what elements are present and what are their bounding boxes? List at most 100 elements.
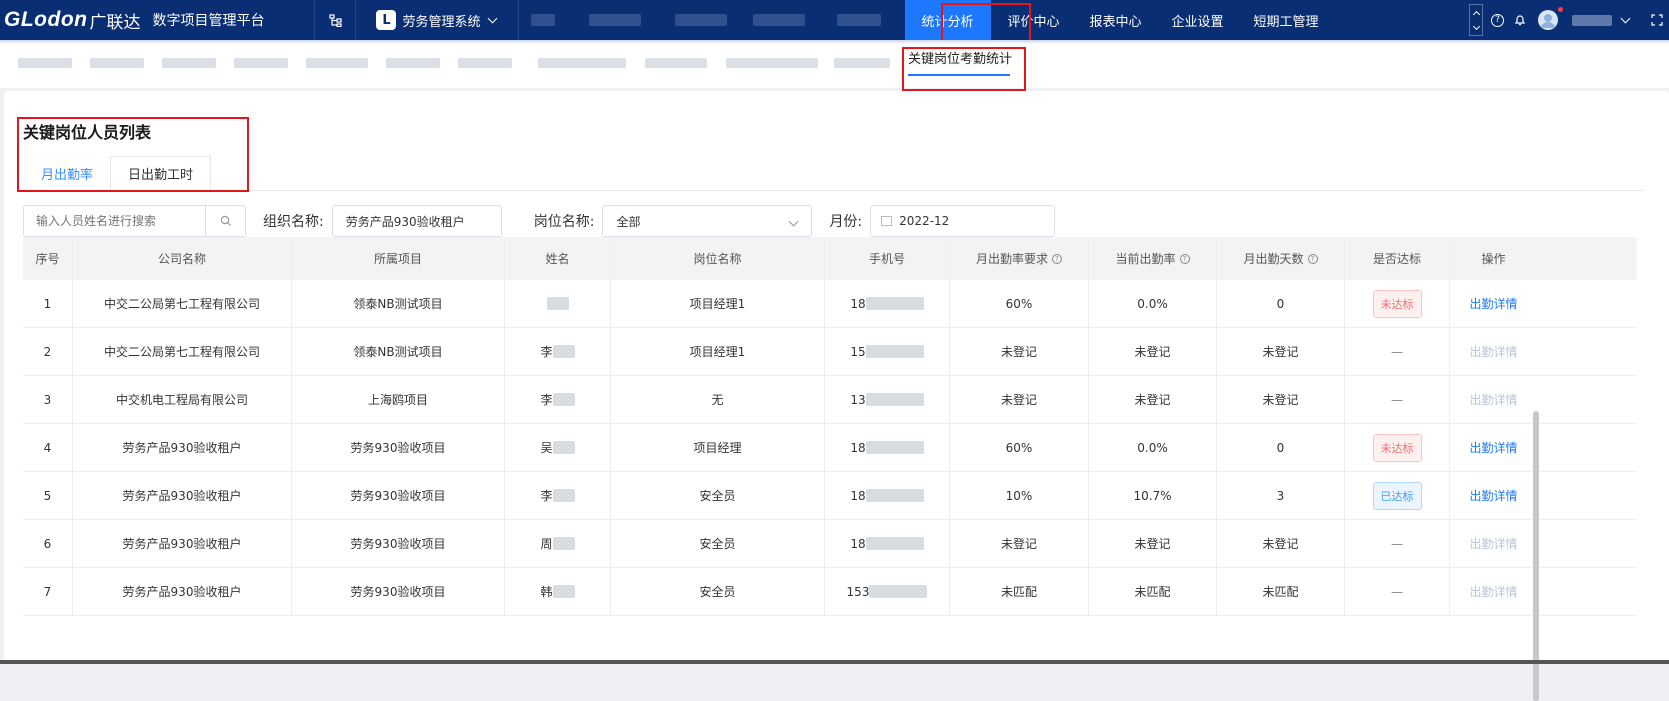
name-redacted <box>546 297 569 310</box>
cell-days: 未匹配 <box>1217 568 1345 615</box>
month-label: 月份: <box>829 214 863 230</box>
chevron-down-icon <box>788 216 799 227</box>
required-rate: 未登记 <box>1000 537 1037 551</box>
tree-icon[interactable] <box>315 0 355 40</box>
row-number: 5 <box>43 488 52 503</box>
help-icon[interactable]: ? <box>1052 253 1062 264</box>
attendance-days: 未登记 <box>1262 393 1299 407</box>
attendance-detail-link[interactable]: 出勤详情 <box>1469 487 1517 504</box>
subtab-redacted[interactable] <box>162 58 216 68</box>
help-icon[interactable]: ? <box>1179 253 1190 264</box>
month-picker[interactable]: 2022-12 <box>870 205 1056 237</box>
name-redacted <box>552 537 575 550</box>
person-name: 李 <box>540 393 553 407</box>
notification-dot <box>1558 7 1563 12</box>
subtab-key-post-attendance[interactable]: 关键岗位考勤统计 <box>908 48 1012 67</box>
chevron-down-icon <box>487 13 497 23</box>
username-redacted[interactable] <box>1572 14 1612 26</box>
col-required-rate-label: 月出勤率要求 <box>975 252 1048 266</box>
nav-scroll-arrows[interactable] <box>1469 4 1483 36</box>
chevron-down-icon[interactable] <box>1472 22 1480 30</box>
question-icon[interactable]: ? <box>1491 13 1504 27</box>
nav-item-redacted[interactable] <box>836 14 881 26</box>
project-name: 领泰NB测试项目 <box>353 345 443 359</box>
cell-name: 周 <box>505 520 611 567</box>
subtab-redacted[interactable] <box>726 58 818 68</box>
cell-post: 项目经理 <box>611 424 825 471</box>
phone-number: 15 <box>850 344 866 359</box>
cell-company: 中交机电工程局有限公司 <box>73 376 292 423</box>
name-redacted <box>552 441 575 454</box>
avatar[interactable] <box>1538 7 1563 30</box>
required-rate: 未登记 <box>1000 393 1037 407</box>
subtab-active-underline <box>908 74 1010 76</box>
project-name: 领泰NB测试项目 <box>353 297 443 311</box>
subtab-redacted[interactable] <box>458 58 512 68</box>
cell-status: 未达标 <box>1345 424 1450 471</box>
subtab-redacted[interactable] <box>306 58 368 68</box>
subtab-redacted[interactable] <box>386 58 440 68</box>
tab-monthly-attendance[interactable]: 月出勤率 <box>24 156 111 190</box>
main-nav: 统计分析 评价中心 报表中心 企业设置 短期工管理 <box>904 0 1333 40</box>
phone-number: 18 <box>850 296 866 311</box>
nav-item-redacted[interactable] <box>674 14 727 26</box>
row-number: 7 <box>43 584 52 599</box>
subtab-redacted[interactable] <box>90 58 144 68</box>
help-icon[interactable]: ? <box>1307 253 1318 264</box>
system-switcher[interactable]: L 劳务管理系统 <box>376 10 497 30</box>
company-name: 劳务产品930验收租户 <box>122 489 242 503</box>
cell-company: 劳务产品930验收租户 <box>73 424 292 471</box>
cell-phone: 18 <box>825 280 950 327</box>
table-header: 序号 公司名称 所属项目 姓名 岗位名称 手机号 月出勤率要求? 当前出勤率? … <box>23 237 1637 280</box>
name-redacted <box>552 489 575 502</box>
nav-short-term-workers[interactable]: 短期工管理 <box>1238 0 1333 40</box>
nav-item-redacted[interactable] <box>588 14 641 26</box>
col-project: 所属项目 <box>292 237 505 280</box>
table-scrollbar[interactable] <box>1533 411 1539 701</box>
search-button[interactable] <box>205 206 245 236</box>
status-none: — <box>1391 536 1403 551</box>
search-icon <box>220 215 231 226</box>
subtab-redacted[interactable] <box>18 58 72 68</box>
subtab-redacted[interactable] <box>234 58 288 68</box>
cell-status: — <box>1345 376 1450 423</box>
subtab-redacted[interactable] <box>645 58 707 68</box>
nav-item-redacted[interactable] <box>530 14 555 26</box>
nav-stats-analysis[interactable]: 统计分析 <box>904 0 991 40</box>
cell-current-rate: 未登记 <box>1089 376 1217 423</box>
attendance-days: 未登记 <box>1262 345 1299 359</box>
required-rate: 60% <box>1005 296 1033 311</box>
glodon-logo[interactable]: GLodon 广联达 <box>0 0 140 40</box>
cell-name: 李 <box>505 376 611 423</box>
search-input[interactable] <box>24 206 205 236</box>
project-name: 上海鸥项目 <box>367 393 428 407</box>
subtab-redacted[interactable] <box>538 58 626 68</box>
bell-icon[interactable] <box>1514 14 1526 26</box>
phone-redacted <box>865 441 924 454</box>
attendance-detail-link[interactable]: 出勤详情 <box>1469 295 1517 312</box>
expand-icon[interactable] <box>1651 14 1663 26</box>
required-rate: 60% <box>1005 440 1033 455</box>
cell-status: — <box>1345 568 1450 615</box>
post-select[interactable]: 全部 <box>602 205 813 237</box>
org-label: 组织名称: <box>263 214 324 230</box>
tab-daily-hours[interactable]: 日出勤工时 <box>110 156 212 190</box>
nav-enterprise-settings[interactable]: 企业设置 <box>1156 0 1238 40</box>
chevron-down-icon[interactable] <box>1620 13 1631 23</box>
col-post: 岗位名称 <box>611 237 825 280</box>
nav-item-redacted[interactable] <box>752 14 805 26</box>
cell-current-rate: 10.7% <box>1089 472 1217 519</box>
org-field[interactable]: 劳务产品930验收租户 <box>331 205 502 237</box>
nav-evaluation-center[interactable]: 评价中心 <box>991 0 1074 40</box>
phone-redacted <box>865 297 924 310</box>
cell-action: 出勤详情 <box>1450 472 1537 519</box>
cell-current-rate: 0.0% <box>1089 280 1217 327</box>
cell-current-rate: 未登记 <box>1089 520 1217 567</box>
subtab-redacted[interactable] <box>834 58 890 68</box>
nav-report-center[interactable]: 报表中心 <box>1074 0 1156 40</box>
cell-post: 项目经理1 <box>611 328 825 375</box>
cell-required-rate: 60% <box>950 424 1089 471</box>
chevron-up-icon[interactable] <box>1472 10 1480 18</box>
attendance-detail-link[interactable]: 出勤详情 <box>1469 439 1517 456</box>
table-row: 5 劳务产品930验收租户 劳务930验收项目 李 安全员 18 10% 10.7% 3 已达标 出… <box>23 472 1637 520</box>
